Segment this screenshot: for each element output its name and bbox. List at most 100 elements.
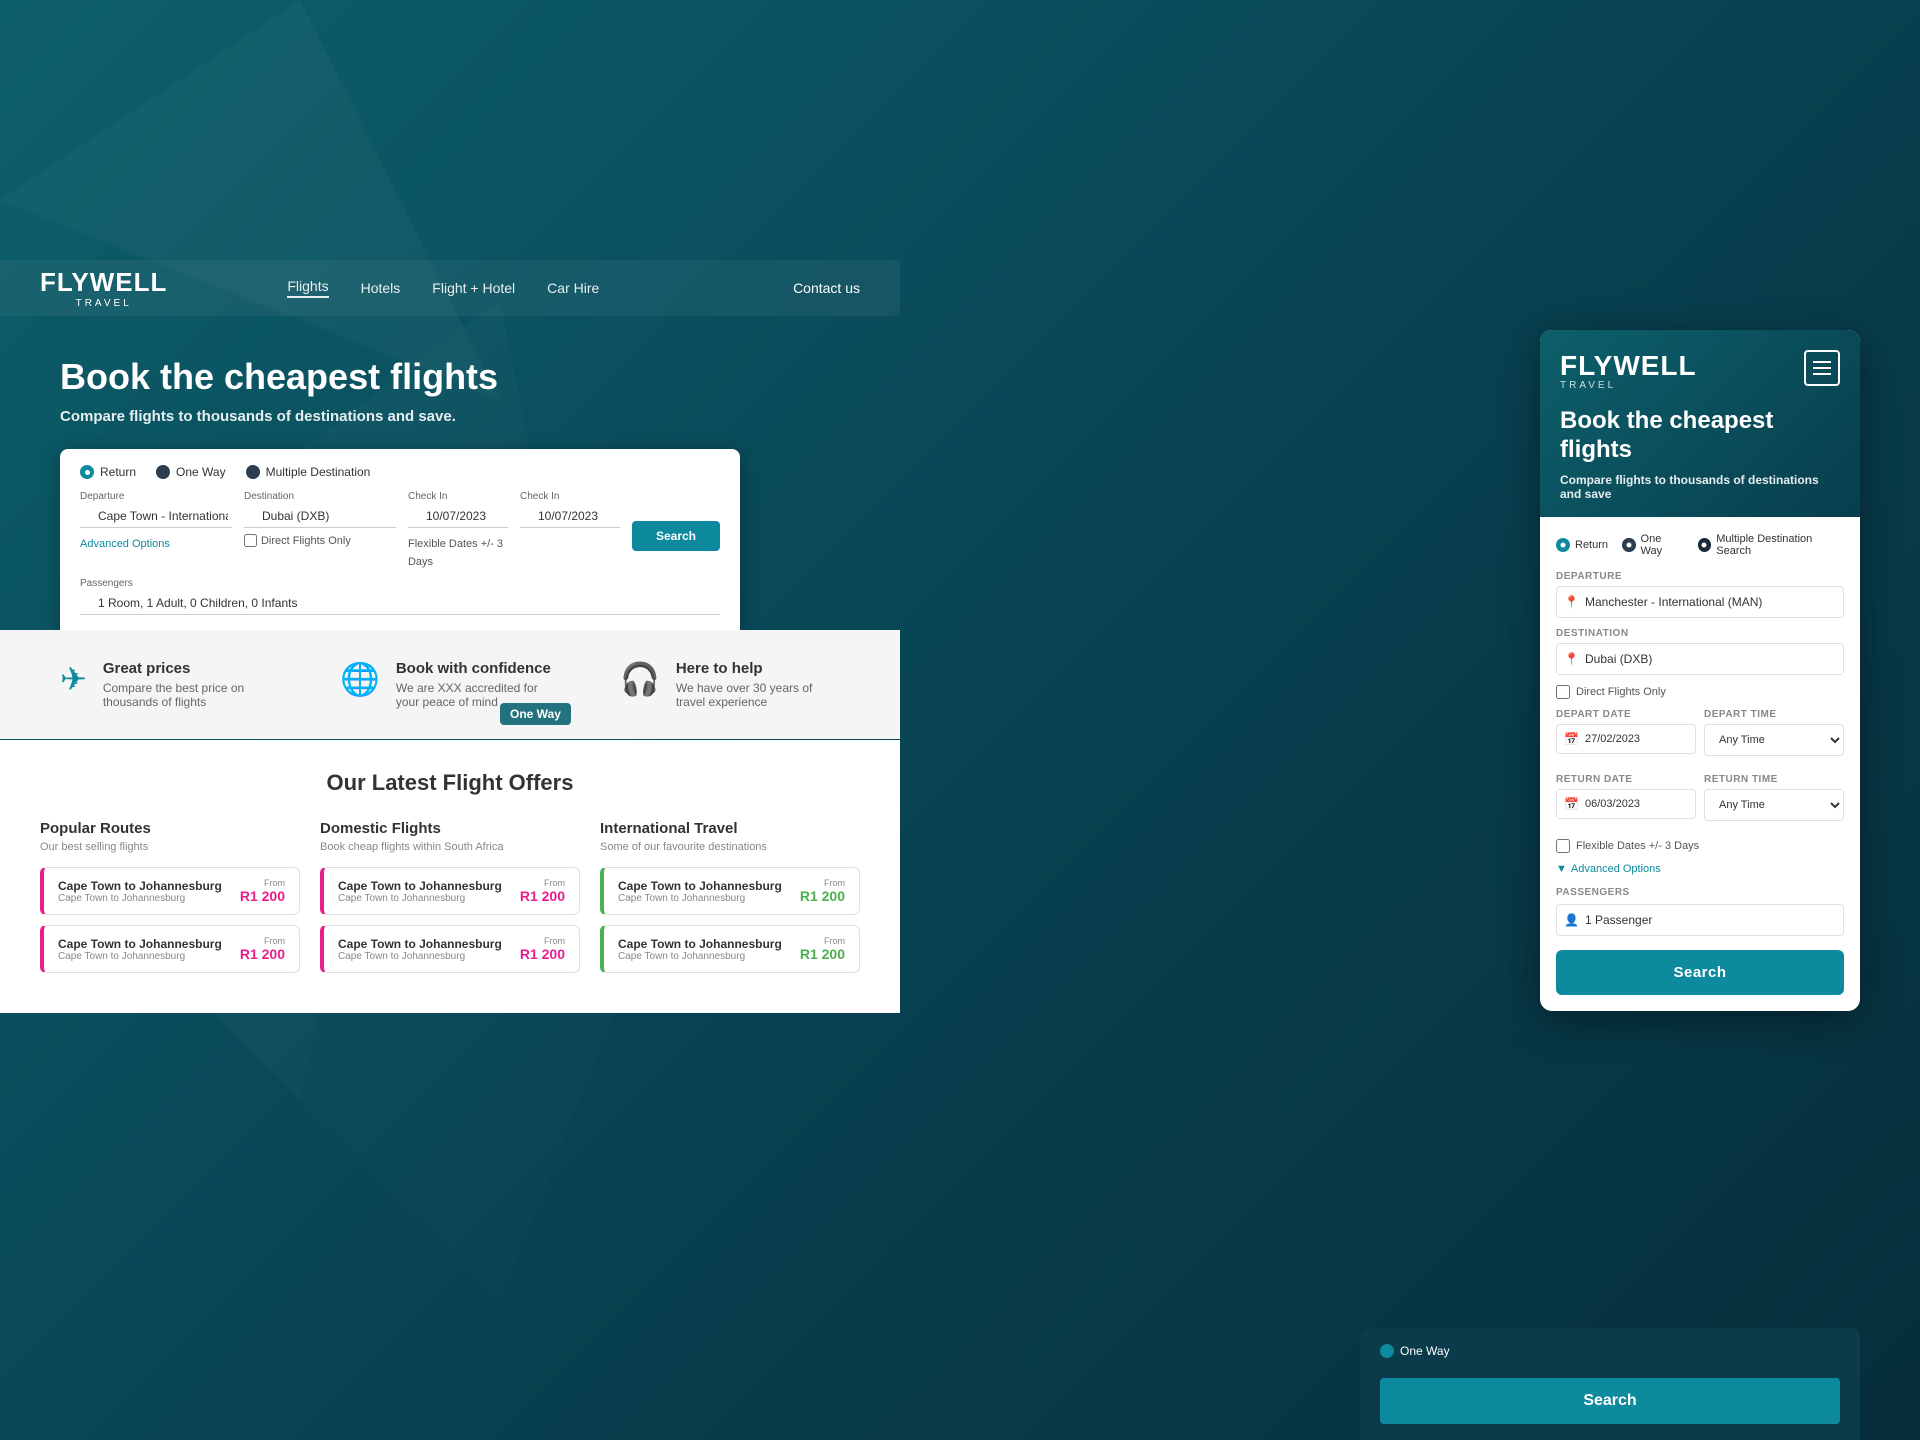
passengers-group: Passengers 📍 [80, 578, 720, 615]
radio-return[interactable]: Return [80, 465, 136, 479]
departure-label: Departure [80, 491, 232, 502]
checkin-input[interactable] [408, 505, 508, 528]
radio-one-way[interactable]: One Way [156, 465, 226, 479]
radio-one-way-dot [156, 465, 170, 479]
feature-title-2: Book with confidence [396, 660, 560, 677]
feature-text-2: Book with confidence We are XXX accredit… [396, 660, 560, 709]
mobile-departure-input[interactable] [1556, 586, 1844, 618]
mobile-hero-sub: Compare flights to thousands of destinat… [1560, 473, 1840, 501]
mobile-direct-flights-label: Direct Flights Only [1576, 686, 1666, 698]
mobile-destination-input[interactable] [1556, 643, 1844, 675]
domestic-flights-column: Domestic Flights Book cheap flights with… [320, 820, 580, 983]
spb-radio-one-way[interactable]: One Way [1380, 1344, 1450, 1358]
feature-title-3: Here to help [676, 660, 840, 677]
domestic-route-sub-2: Cape Town to Johannesburg [338, 951, 502, 962]
nav-car-hire[interactable]: Car Hire [547, 280, 599, 296]
mobile-depart-cal-icon: 📅 [1564, 732, 1579, 746]
globe-icon: 🌐 [340, 660, 380, 698]
radio-multi-dest[interactable]: Multiple Destination [246, 465, 371, 479]
nav-flights[interactable]: Flights [287, 278, 328, 298]
domestic-card-1[interactable]: Cape Town to Johannesburg Cape Town to J… [320, 867, 580, 915]
menu-line-2 [1813, 367, 1831, 369]
search-button-desktop[interactable]: Search [632, 521, 720, 551]
checkout-label: Check In [520, 491, 620, 502]
passengers-wrapper: 📍 [80, 592, 720, 615]
domestic-price-2: From R1 200 [520, 936, 565, 962]
domestic-card-2[interactable]: Cape Town to Johannesburg Cape Town to J… [320, 925, 580, 973]
direct-flights-checkbox[interactable] [244, 534, 257, 547]
domestic-price-1: From R1 200 [520, 878, 565, 904]
intl-route-sub-2: Cape Town to Johannesburg [618, 951, 782, 962]
nav-contact[interactable]: Contact us [793, 280, 860, 296]
navigation: FLYWELL TRAVEL Flights Hotels Flight + H… [0, 260, 900, 316]
mobile-flexible-checkbox[interactable] [1556, 839, 1570, 853]
offers-section: Our Latest Flight Offers Popular Routes … [0, 740, 900, 1013]
mobile-return-label: Return [1575, 539, 1608, 551]
mobile-destination-wrapper: 📍 [1556, 643, 1844, 675]
mobile-depart-date-wrapper: 📅 [1556, 724, 1696, 754]
feature-great-prices: ✈ Great prices Compare the best price on… [60, 660, 280, 709]
popular-card-2[interactable]: Cape Town to Johannesburg Cape Town to J… [40, 925, 300, 973]
departure-input-wrapper: 📍 [80, 505, 232, 528]
mobile-passengers-input[interactable] [1556, 904, 1844, 936]
popular-routes-title: Popular Routes [40, 820, 300, 837]
mobile-search-button[interactable]: Search [1556, 950, 1844, 995]
checkin-label: Check In [408, 491, 508, 502]
popular-route-1: Cape Town to Johannesburg [58, 879, 222, 893]
popular-route-sub-2: Cape Town to Johannesburg [58, 951, 222, 962]
feature-desc-3: We have over 30 years of travel experien… [676, 681, 840, 709]
destination-label: Destination [244, 491, 396, 502]
mobile-passengers-wrapper: 👤 [1556, 904, 1844, 936]
mobile-multi-label: Multiple Destination Search [1716, 533, 1844, 557]
international-card-1[interactable]: Cape Town to Johannesburg Cape Town to J… [600, 867, 860, 915]
mobile-flexible-label: Flexible Dates +/- 3 Days [1576, 840, 1699, 852]
passengers-input[interactable] [80, 592, 720, 615]
domestic-desc: Book cheap flights within South Africa [320, 841, 580, 853]
international-card-2[interactable]: Cape Town to Johannesburg Cape Town to J… [600, 925, 860, 973]
popular-route-2: Cape Town to Johannesburg [58, 937, 222, 951]
plane-icon: ✈ [60, 660, 87, 698]
advanced-options-link[interactable]: Advanced Options [80, 538, 170, 550]
mobile-radio-one-way[interactable]: One Way [1622, 533, 1684, 557]
checkin-group: Check In 📅 Flexible Dates +/- 3 Days [408, 491, 508, 570]
nav-logo: FLYWELL TRAVEL [40, 267, 167, 309]
mobile-depart-date-col: Depart Date 📅 [1556, 709, 1696, 764]
destination-input-wrapper: 📍 [244, 505, 396, 528]
mobile-passengers-label: Passengers [1556, 887, 1844, 898]
hero-section: Book the cheapest flights Compare flight… [0, 316, 900, 639]
domestic-route-1: Cape Town to Johannesburg [338, 879, 502, 893]
departure-group: Departure 📍 Advanced Options [80, 491, 232, 570]
mobile-header: FLYWELL TRAVEL Book the cheapest flights… [1540, 330, 1860, 517]
bottom-search-button[interactable]: Search [1380, 1378, 1840, 1424]
mobile-one-way-label: One Way [1641, 533, 1684, 557]
mobile-radio-return[interactable]: Return [1556, 538, 1608, 552]
mobile-direct-flights-checkbox[interactable] [1556, 685, 1570, 699]
mobile-menu-button[interactable] [1804, 350, 1840, 386]
destination-group: Destination 📍 Direct Flights Only [244, 491, 396, 570]
checkout-input[interactable] [520, 505, 620, 528]
mobile-passenger-icon: 👤 [1564, 913, 1579, 927]
menu-line-3 [1813, 373, 1831, 375]
passengers-label: Passengers [80, 578, 720, 589]
mobile-radio-multi[interactable]: Multiple Destination Search [1698, 533, 1844, 557]
direct-flights-check[interactable]: Direct Flights Only [244, 534, 396, 547]
popular-routes-column: Popular Routes Our best selling flights … [40, 820, 300, 983]
mobile-return-time-select[interactable]: Any Time [1704, 789, 1844, 821]
popular-card-1[interactable]: Cape Town to Johannesburg Cape Town to J… [40, 867, 300, 915]
destination-input[interactable] [244, 505, 396, 528]
mobile-advanced-options[interactable]: ▼ Advanced Options [1556, 863, 1844, 875]
departure-input[interactable] [80, 505, 232, 528]
nav-hotels[interactable]: Hotels [361, 280, 401, 296]
nav-links: Flights Hotels Flight + Hotel Car Hire [287, 278, 599, 298]
mobile-dest-icon: 📍 [1564, 652, 1579, 666]
mobile-logo-wrapper: FLYWELL TRAVEL [1560, 350, 1840, 391]
mobile-departure-icon: 📍 [1564, 595, 1579, 609]
one-way-badge-desktop: One Way [500, 703, 571, 725]
popular-route-sub-1: Cape Town to Johannesburg [58, 893, 222, 904]
intl-route-1: Cape Town to Johannesburg [618, 879, 782, 893]
domestic-route-sub-1: Cape Town to Johannesburg [338, 893, 502, 904]
mobile-depart-time-select[interactable]: Any Time [1704, 724, 1844, 756]
mobile-depart-date-label: Depart Date [1556, 709, 1696, 720]
nav-flight-hotel[interactable]: Flight + Hotel [432, 280, 515, 296]
mobile-hero-title: Book the cheapest flights [1560, 407, 1840, 465]
